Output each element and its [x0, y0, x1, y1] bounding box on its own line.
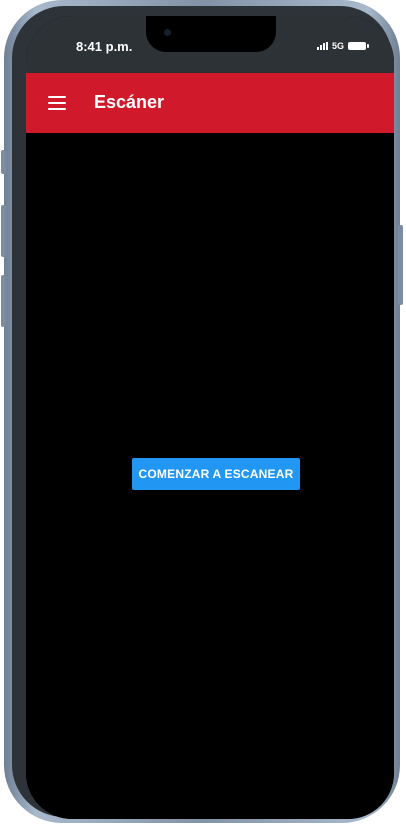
cellular-signal-icon	[316, 42, 328, 50]
volume-up-button	[1, 205, 6, 257]
front-camera-icon	[164, 29, 171, 36]
hamburger-menu-icon[interactable]	[48, 96, 66, 110]
status-bar: 8:41 p.m. 5G	[26, 16, 394, 73]
app-bar: Escáner	[26, 73, 394, 133]
power-button	[398, 225, 403, 305]
network-type: 5G	[331, 41, 344, 51]
volume-down-button	[1, 275, 6, 327]
notch	[146, 16, 276, 52]
status-indicators: 5G	[316, 41, 369, 51]
status-time: 8:41 p.m.	[76, 39, 133, 54]
silent-switch	[1, 150, 6, 174]
page-title: Escáner	[94, 92, 165, 112]
start-scan-button[interactable]: COMENZAR A ESCANEAR	[132, 458, 300, 490]
scanner-view: COMENZAR A ESCANEAR	[26, 133, 394, 819]
phone-frame: 8:41 p.m. 5G Escáner COMENZAR A ESCANEAR	[1, 0, 403, 823]
battery-icon	[348, 42, 369, 50]
phone-screen: 8:41 p.m. 5G Escáner COMENZAR A ESCANEAR	[26, 16, 394, 819]
phone-bezel: 8:41 p.m. 5G Escáner COMENZAR A ESCANEAR	[12, 6, 394, 819]
